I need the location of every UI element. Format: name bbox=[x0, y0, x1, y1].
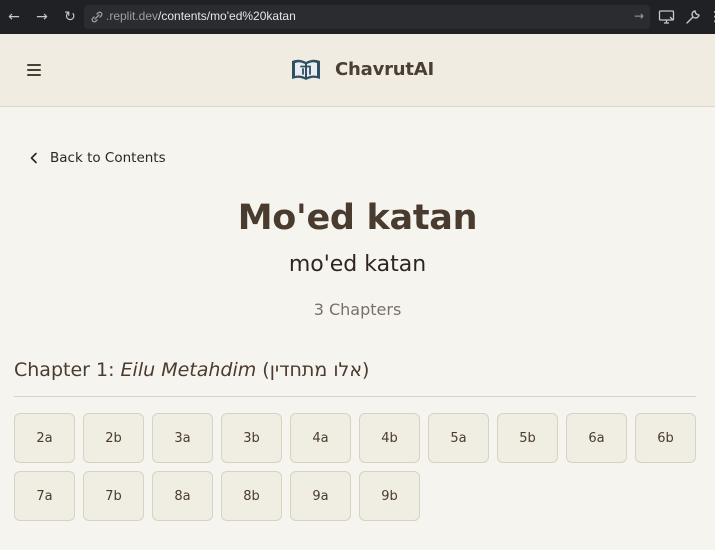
brand-name[interactable]: ChavrutAI bbox=[335, 59, 434, 80]
wrench-icon[interactable] bbox=[684, 9, 702, 25]
page-button-2a[interactable]: 2a bbox=[14, 413, 75, 463]
chapter-hebrew-name: (אלו מתחדין) bbox=[256, 359, 370, 381]
more-icon[interactable]: ⋮ bbox=[708, 9, 715, 25]
go-arrow-icon[interactable]: → bbox=[634, 9, 644, 23]
browser-toolbar: ← → ↻ .replit.dev/contents/mo'ed%20katan… bbox=[0, 0, 715, 34]
page-button-8b[interactable]: 8b bbox=[221, 471, 282, 521]
back-to-contents-link[interactable]: Back to Contents bbox=[29, 150, 166, 166]
app-header: ChavrutAI bbox=[0, 34, 715, 107]
page-button-6a[interactable]: 6a bbox=[566, 413, 627, 463]
chapter-prefix: Chapter 1: bbox=[14, 359, 121, 381]
page-button-4a[interactable]: 4a bbox=[290, 413, 351, 463]
url-text: .replit.dev/contents/mo'ed%20katan bbox=[106, 9, 296, 23]
page-button-7b[interactable]: 7b bbox=[83, 471, 144, 521]
chevron-left-icon bbox=[30, 152, 37, 164]
page-button-5b[interactable]: 5b bbox=[497, 413, 558, 463]
reload-icon[interactable]: ↻ bbox=[62, 9, 78, 25]
page-button-9b[interactable]: 9b bbox=[359, 471, 420, 521]
page-title: Mo'ed katan bbox=[237, 198, 478, 238]
forward-arrow-icon[interactable]: → bbox=[34, 9, 50, 25]
page-button-6b[interactable]: 6b bbox=[635, 413, 696, 463]
page-button-8a[interactable]: 8a bbox=[152, 471, 213, 521]
page-button-2b[interactable]: 2b bbox=[83, 413, 144, 463]
page-button-5a[interactable]: 5a bbox=[428, 413, 489, 463]
page-button-3b[interactable]: 3b bbox=[221, 413, 282, 463]
chapter-divider bbox=[14, 396, 696, 397]
book-logo-icon bbox=[292, 59, 320, 80]
tractate-transliteration: mo'ed katan bbox=[288, 252, 427, 277]
page-button-4b[interactable]: 4b bbox=[359, 413, 420, 463]
link-icon bbox=[91, 11, 103, 23]
chapter-count: 3 Chapters bbox=[313, 300, 402, 319]
back-link-label: Back to Contents bbox=[50, 150, 166, 166]
chapter-name: Eilu Metahdim bbox=[120, 359, 257, 381]
page-button-9a[interactable]: 9a bbox=[290, 471, 351, 521]
chapter-heading: Chapter 1: Eilu Metahdim (אלו מתחדין) bbox=[14, 359, 369, 381]
page-button-3a[interactable]: 3a bbox=[152, 413, 213, 463]
hamburger-menu-icon[interactable] bbox=[27, 64, 41, 76]
back-arrow-icon[interactable]: ← bbox=[6, 9, 22, 25]
address-bar[interactable]: .replit.dev/contents/mo'ed%20katan → bbox=[84, 5, 650, 29]
screen-cast-icon[interactable] bbox=[658, 9, 676, 25]
page-button-7a[interactable]: 7a bbox=[14, 471, 75, 521]
page-button-grid: 2a 2b 3a 3b 4a 4b 5a 5b 6a 6b 7a 7b 8a 8b 9a 9b bbox=[14, 413, 704, 521]
